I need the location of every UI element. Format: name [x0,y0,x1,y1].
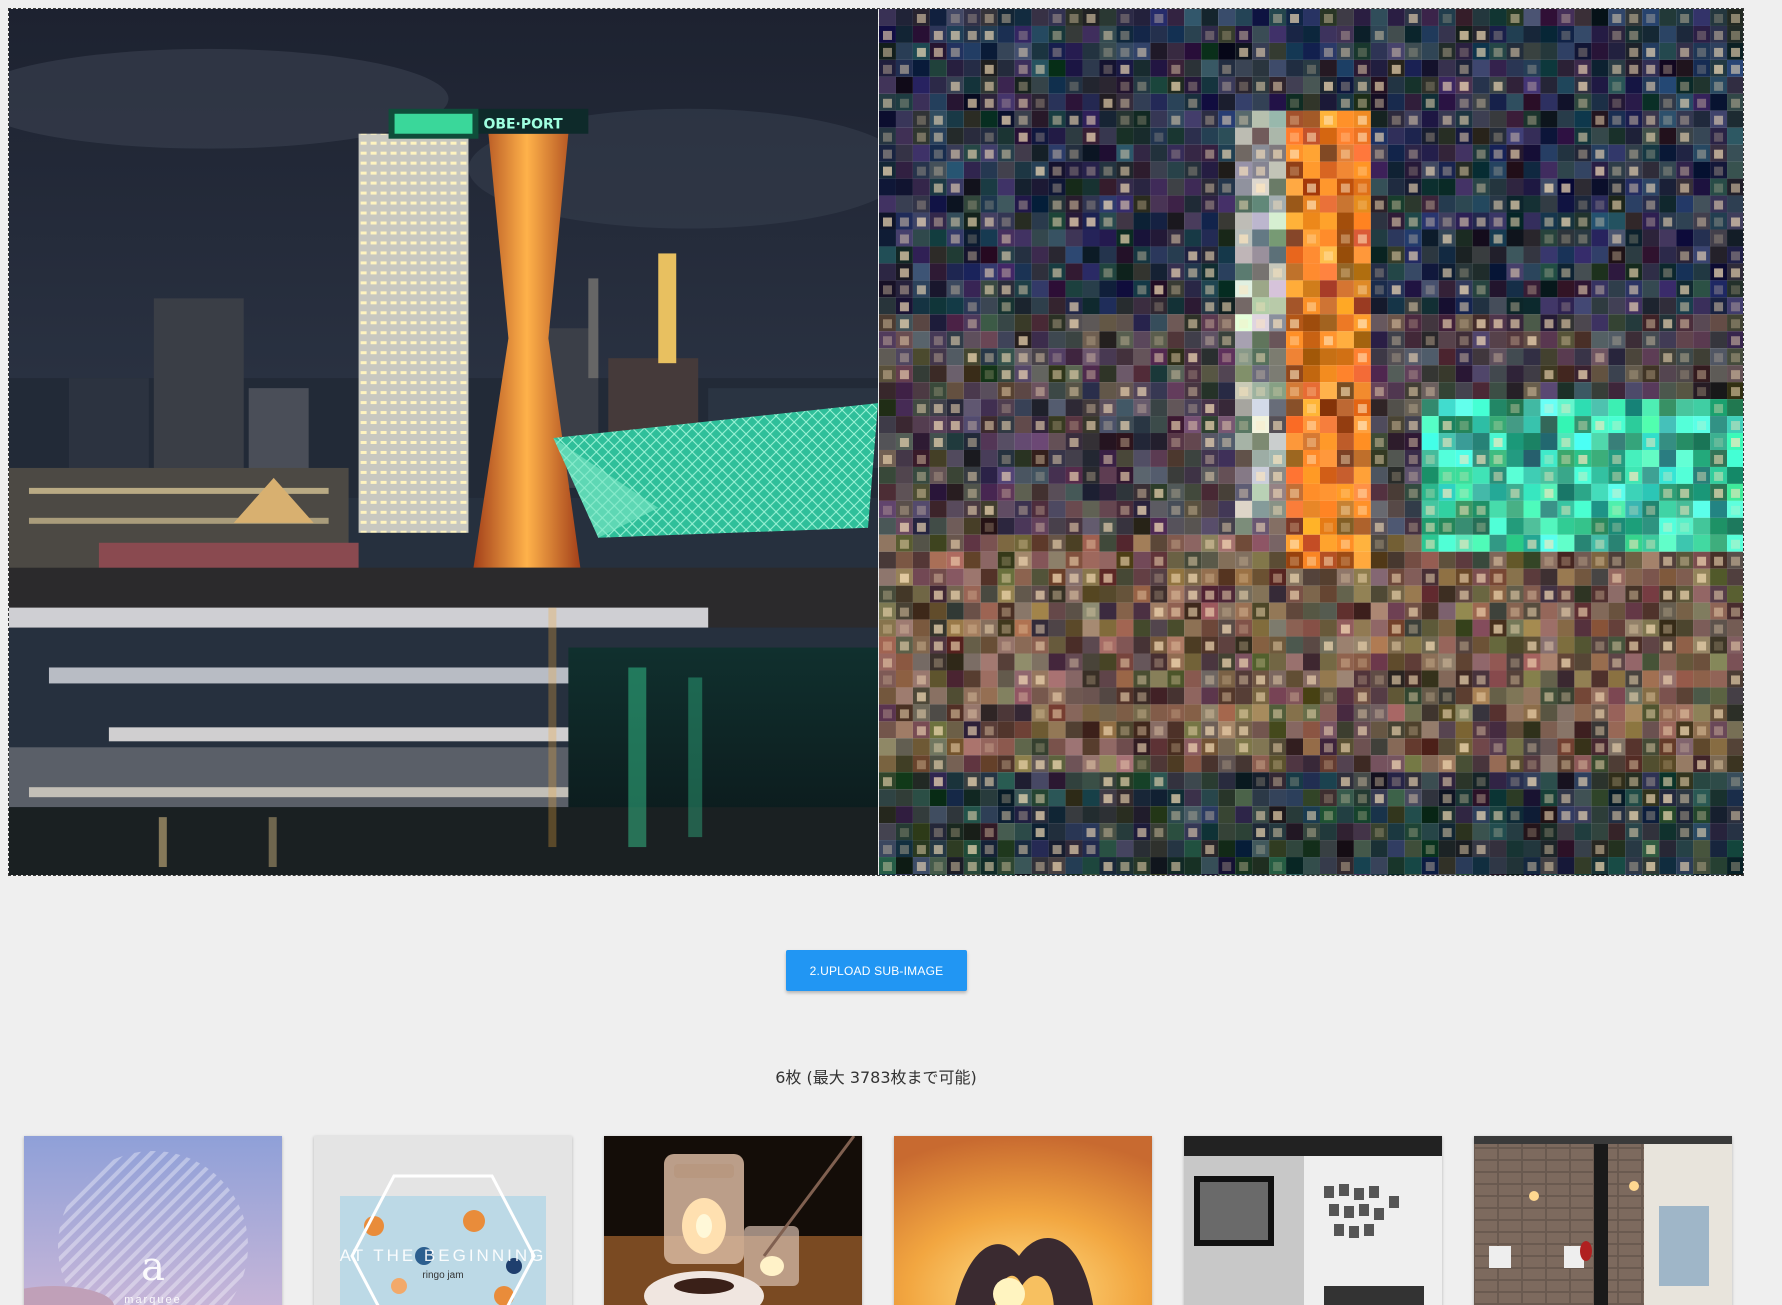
page: OBE·PORT 2.UPLOAD SUB-IMAGE 6枚 (最大 3783枚… [0,0,1782,1305]
image-compare-frame: OBE·PORT [8,8,1744,876]
thumbnail-1[interactable]: a marquee [24,1136,282,1305]
mosaic-image [879,9,1743,875]
thumbnail-1-subtext: marquee [124,1294,182,1305]
svg-text:OBE·PORT: OBE·PORT [483,117,563,133]
thumbnail-6[interactable] [1474,1136,1732,1305]
thumbnail-3[interactable] [604,1136,862,1305]
thumbnail-5[interactable] [1184,1136,1442,1305]
original-image: OBE·PORT [9,9,879,875]
image-count-status: 6枚 (最大 3783枚まで可能) [775,1068,977,1087]
thumbnail-4[interactable] [894,1136,1152,1305]
thumbnail-1-text: a [141,1244,165,1290]
upload-sub-image-button[interactable]: 2.UPLOAD SUB-IMAGE [786,950,967,991]
sub-image-list: a marquee AT THE BEGINNING ringo jam [24,1136,1732,1305]
thumbnail-2-text: AT THE BEGINNING [339,1246,547,1265]
thumbnail-2[interactable]: AT THE BEGINNING ringo jam [314,1136,572,1305]
thumbnail-2-subtext: ringo jam [422,1270,464,1281]
